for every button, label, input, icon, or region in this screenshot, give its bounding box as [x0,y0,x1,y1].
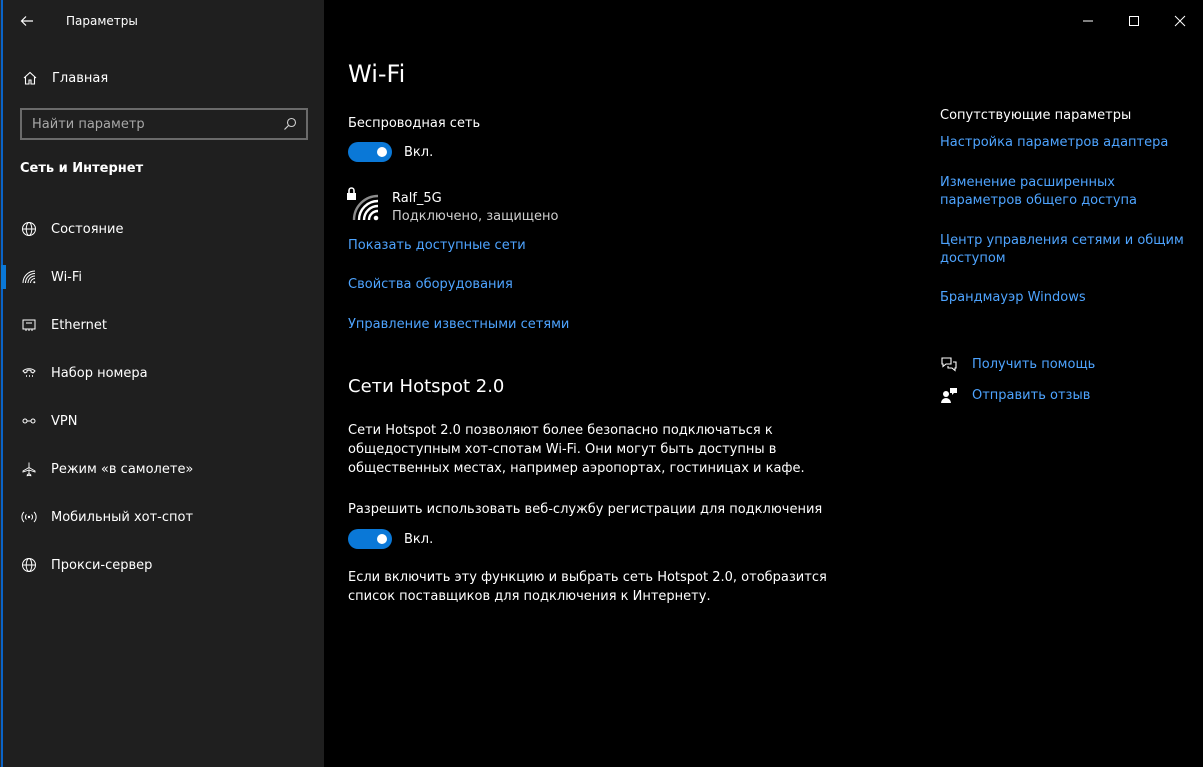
hotspot-description-line: общественных местах, например аэропортах… [348,461,805,476]
sidebar-nav: Состояние Wi-Fi Ethernet Набор номера VP… [1,205,324,589]
hotspot-note: Если включить эту функцию и выбрать сеть… [348,568,827,606]
get-help-link[interactable]: Получить помощь [972,357,1095,372]
minimize-icon [1083,20,1093,22]
sidebar-item-vpn[interactable]: VPN [3,397,324,445]
hardware-properties-link[interactable]: Свойства оборудования [348,277,513,292]
link-line: Центр управления сетями и общим [940,233,1184,248]
link-line: Изменение расширенных [940,175,1115,190]
back-button[interactable] [3,0,51,42]
search-box[interactable] [20,108,308,140]
wifi-secured-icon [347,187,379,221]
allow-registration-label: Разрешить использовать веб-службу регист… [348,502,823,517]
wifi-icon [21,269,37,285]
sidebar-item-airplane[interactable]: Режим «в самолете» [3,445,324,493]
sidebar-item-label: Мобильный хот-спот [51,509,194,525]
sidebar-item-proxy[interactable]: Прокси-сервер [3,541,324,589]
registration-toggle[interactable] [348,529,392,549]
show-available-networks-link[interactable]: Показать доступные сети [348,238,526,253]
hotspot-note-line: Если включить эту функцию и выбрать сеть… [348,570,827,585]
hotspot-description-line: Сети Hotspot 2.0 позволяют более безопас… [348,423,773,438]
sidebar-item-dialup[interactable]: Набор номера [3,349,324,397]
search-icon[interactable] [282,116,298,132]
sidebar-item-label: Набор номера [51,365,148,381]
network-sharing-center-link[interactable]: Центр управления сетями и общим доступом [940,232,1190,268]
help-chat-icon [941,357,957,372]
sidebar-item-ethernet[interactable]: Ethernet [3,301,324,349]
ethernet-icon [21,317,37,333]
hotspot-description-line: общедоступным хот-спотам Wi-Fi. Они могу… [348,442,777,457]
feedback-icon [941,388,957,403]
get-help-row[interactable]: Получить помощь [940,355,1095,373]
globe-icon [21,557,37,573]
home-icon [23,71,37,85]
registration-toggle-state: Вкл. [404,532,434,547]
dialup-icon [21,365,37,381]
link-line: Настройка параметров адаптера [940,135,1169,150]
send-feedback-link[interactable]: Отправить отзыв [972,388,1090,403]
link-line: параметров общего доступа [940,193,1138,208]
search-input[interactable] [22,116,282,132]
close-button[interactable] [1157,0,1203,42]
caption-buttons [1065,0,1203,42]
sidebar-item-label: Ethernet [51,317,107,333]
titlebar: Параметры [3,0,324,42]
manage-known-networks-link[interactable]: Управление известными сетями [348,317,569,332]
home-nav-item[interactable]: Главная [3,62,324,94]
wireless-toggle-state: Вкл. [404,145,434,160]
toggle-knob [377,534,387,544]
airplane-icon [21,461,37,477]
sidebar-item-label: VPN [51,413,78,429]
page-title: Wi-Fi [348,60,406,88]
hotspot-icon [21,509,37,525]
sidebar-item-wifi[interactable]: Wi-Fi [1,253,324,301]
send-feedback-row[interactable]: Отправить отзыв [940,386,1090,404]
wireless-label: Беспроводная сеть [348,116,481,131]
network-status: Подключено, защищено [392,209,559,224]
sidebar-item-label: Режим «в самолете» [51,461,194,477]
link-line: Брандмауэр Windows [940,290,1086,305]
hotspot-description: Сети Hotspot 2.0 позволяют более безопас… [348,421,805,478]
minimize-button[interactable] [1065,0,1111,42]
sidebar: Параметры Главная Сеть и Интернет Состоя… [1,0,324,767]
network-name[interactable]: Ralf_5G [392,191,442,206]
adapter-settings-link[interactable]: Настройка параметров адаптера [940,134,1190,152]
globe-icon [21,221,37,237]
sidebar-item-hotspot[interactable]: Мобильный хот-спот [3,493,324,541]
wireless-toggle[interactable] [348,142,392,162]
sidebar-item-label: Состояние [51,221,124,237]
sidebar-item-status[interactable]: Состояние [3,205,324,253]
app-title: Параметры [66,14,138,28]
hotspot-heading: Сети Hotspot 2.0 [348,376,505,397]
maximize-button[interactable] [1111,0,1157,42]
link-line: доступом [940,251,1006,266]
back-arrow-icon [20,16,33,26]
section-label: Сеть и Интернет [20,161,144,176]
settings-window: Параметры Главная Сеть и Интернет Состоя… [0,0,1203,767]
toggle-knob [377,147,387,157]
related-settings-title: Сопутствующие параметры [940,108,1132,123]
vpn-icon [21,413,37,429]
home-label: Главная [52,70,109,86]
maximize-icon [1129,16,1139,26]
advanced-sharing-link[interactable]: Изменение расширенных параметров общего … [940,174,1190,210]
windows-firewall-link[interactable]: Брандмауэр Windows [940,289,1190,307]
sidebar-item-label: Прокси-сервер [51,557,153,573]
close-icon [1174,15,1186,27]
hotspot-note-line: список поставщиков для подключения к Инт… [348,589,711,604]
sidebar-item-label: Wi-Fi [51,269,83,285]
